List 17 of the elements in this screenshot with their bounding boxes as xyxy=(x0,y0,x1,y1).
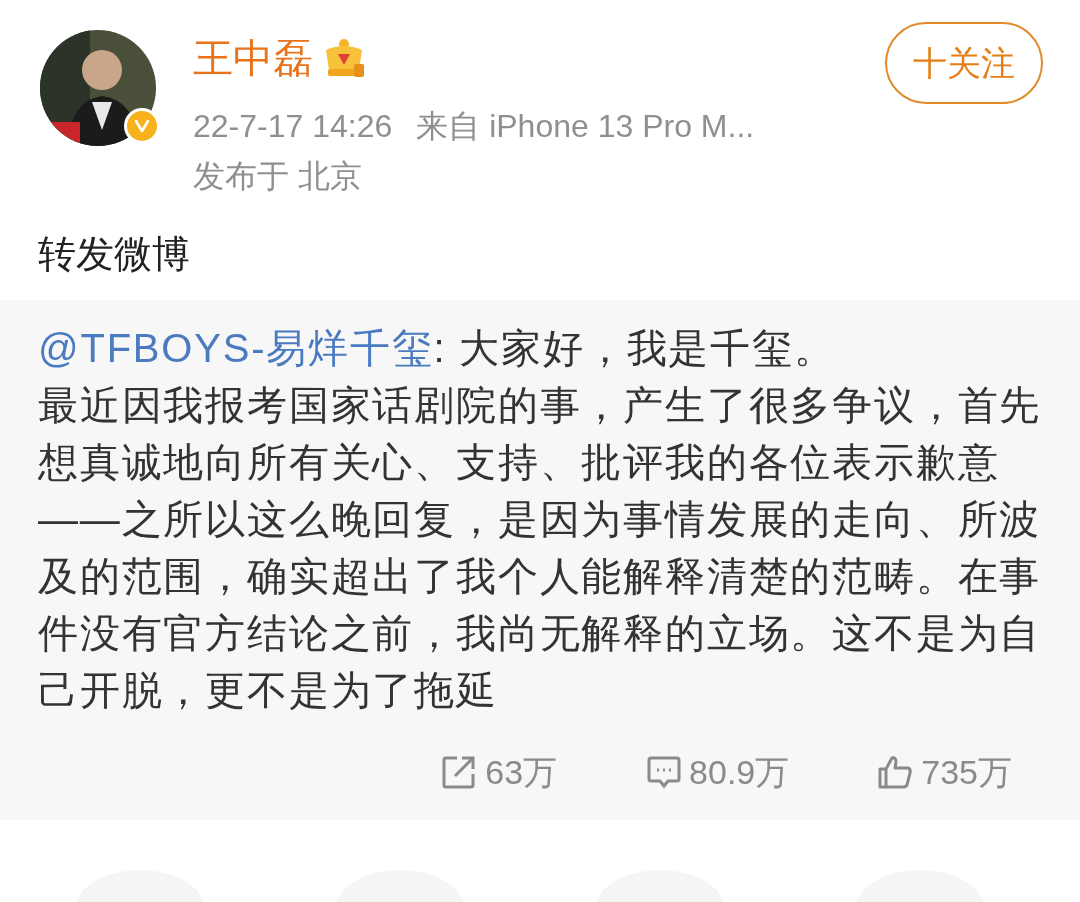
mention-link[interactable]: @TFBOYS-易烊千玺 xyxy=(38,326,434,370)
post-location: 发布于 北京 xyxy=(193,157,363,196)
user-name[interactable]: 王中磊 xyxy=(193,34,313,82)
post-source: 来自 iPhone 13 Pro M... xyxy=(416,107,755,146)
thumbs-up-icon[interactable] xyxy=(877,755,914,789)
comment-icon[interactable] xyxy=(647,755,682,789)
like-count: 735万 xyxy=(921,752,1012,792)
follow-button[interactable]: 十关注 xyxy=(885,22,1043,104)
repost-count: 63万 xyxy=(485,752,558,792)
crown-icon xyxy=(323,38,365,78)
comment-count: 80.9万 xyxy=(689,752,790,792)
repost-card[interactable]: @TFBOYS-易烊千玺: 大家好，我是千玺。 最近因我报考国家话剧院的事，产生了很多争议，首先想真诚地向所有关心、支持、批评我的各位表示歉意——之所以这么晚回复，是因为事情发展的走向、所波及的范围，确实超出了我个人能解释清楚的范畴。在事件没有官方结论之前，我尚无解释的立场。这不是为自己开脱，更不是为了拖延 63万 80.9万 735万 xyxy=(0,300,1080,820)
repost-greeting: @TFBOYS-易烊千玺: 大家好，我是千玺。 xyxy=(38,325,836,372)
share-icon[interactable] xyxy=(441,754,478,790)
post-text: 转发微博 xyxy=(37,232,191,277)
repost-text: 最近因我报考国家话剧院的事，产生了很多争议，首先想真诚地向所有关心、支持、批评我的各位表示歉意——之所以这么晚回复，是因为事情发展的走向、所波及的范围，确实超出了我个人能解释清楚的范畴。在事件没有官方结论之前，我尚无解释的立场。这不是为自己开脱，更不是为了拖延 xyxy=(38,382,1043,714)
post-time: 22-7-17 14:26 xyxy=(193,107,393,146)
